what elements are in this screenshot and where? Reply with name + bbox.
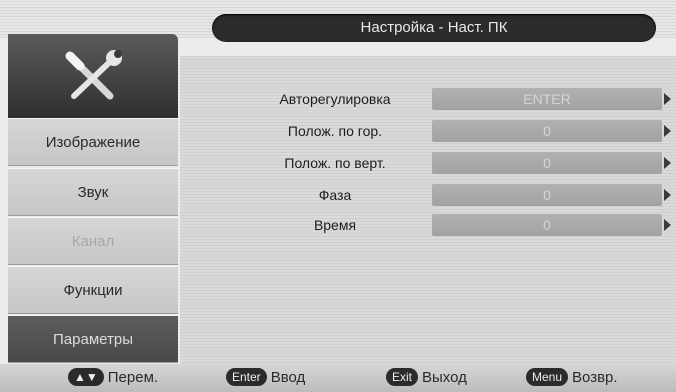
hint-menu: Menu Возвр.: [526, 368, 618, 386]
sidebar-item-label: Функции: [63, 281, 123, 299]
setting-row-h-position[interactable]: Полож. по гор. 0: [180, 118, 676, 144]
setting-row-auto-adjust[interactable]: Авторегулировка ENTER: [180, 86, 676, 112]
sidebar-item-label: Звук: [77, 183, 109, 201]
setting-row-phase[interactable]: Фаза 0: [180, 182, 676, 208]
sidebar-item-label: Параметры: [53, 330, 133, 348]
setting-row-clock[interactable]: Время 0: [180, 212, 676, 238]
setting-value: ENTER: [432, 88, 662, 110]
logo-box: [8, 34, 178, 118]
sidebar-item-label: Изображение: [45, 133, 141, 151]
sidebar: Изображение Звук Канал Функции Параметры: [8, 34, 178, 364]
hint-label: Перем.: [107, 368, 159, 386]
sidebar-item-parameters[interactable]: Параметры: [8, 315, 178, 363]
setting-label: Фаза: [318, 187, 352, 203]
wrench-screwdriver-icon: [65, 50, 122, 100]
exit-key-icon: Exit: [386, 368, 419, 386]
osd-window: Настройка - Наст. ПК Изображение Звук Ка…: [0, 0, 676, 392]
setting-value: 0: [432, 214, 662, 236]
updown-key-icon: ▲▼: [68, 368, 104, 386]
sidebar-item-image[interactable]: Изображение: [8, 118, 178, 166]
setting-value: 0: [432, 184, 662, 206]
sidebar-item-label: Канал: [71, 232, 115, 250]
enter-key-icon: Enter: [226, 368, 267, 386]
setting-label: Полож. по верт.: [284, 155, 386, 171]
setting-value: 0: [432, 120, 662, 142]
hint-enter: Enter Ввод: [226, 368, 305, 386]
title-bar: Настройка - Наст. ПК: [212, 14, 656, 42]
page-title: Настройка - Наст. ПК: [360, 19, 508, 36]
hint-label: Возвр.: [572, 368, 618, 386]
hint-label: Выход: [422, 368, 467, 386]
menu-key-icon: Menu: [526, 368, 569, 386]
sidebar-item-sound[interactable]: Звук: [8, 168, 178, 216]
arrow-right-icon: [664, 189, 671, 201]
arrow-right-icon: [664, 93, 671, 105]
arrow-right-icon: [664, 125, 671, 137]
setting-value: 0: [432, 152, 662, 174]
setting-label: Время: [313, 217, 357, 233]
setting-label: Полож. по гор.: [287, 123, 383, 139]
sidebar-item-functions[interactable]: Функции: [8, 266, 178, 314]
hint-label: Ввод: [270, 368, 306, 386]
setting-label: Авторегулировка: [279, 91, 391, 107]
arrow-right-icon: [664, 157, 671, 169]
setting-row-v-position[interactable]: Полож. по верт. 0: [180, 150, 676, 176]
arrow-right-icon: [664, 219, 671, 231]
hint-exit: Exit Выход: [386, 368, 467, 386]
sidebar-item-channel: Канал: [8, 217, 178, 265]
footer-hints: ▲▼ Перем. Enter Ввод Exit Выход Menu Воз…: [0, 364, 676, 392]
hint-navigate: ▲▼ Перем.: [68, 368, 158, 386]
settings-panel: Авторегулировка ENTER Полож. по гор. 0 П…: [180, 56, 676, 366]
